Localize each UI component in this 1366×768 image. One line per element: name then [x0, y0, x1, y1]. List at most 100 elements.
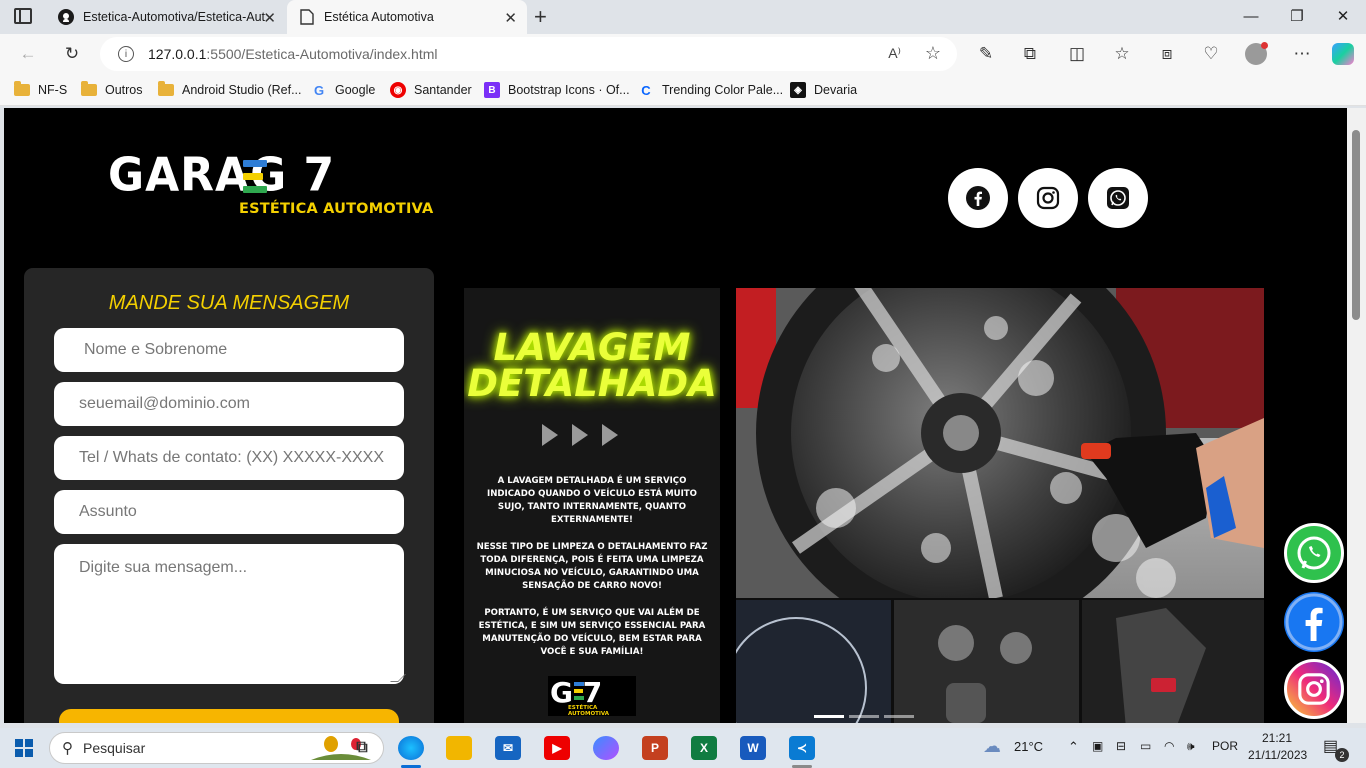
facebook-button[interactable]	[948, 168, 1008, 228]
bookmark-android-studio[interactable]: Android Studio (Ref...	[158, 81, 302, 99]
file-explorer-icon[interactable]	[446, 736, 472, 760]
message-textarea[interactable]: Digite sua mensagem...	[54, 544, 404, 684]
address-bar[interactable]: i 127.0.0.1:5500/Estetica-Automotiva/ind…	[100, 37, 957, 71]
santander-icon: ◉	[390, 82, 406, 98]
weather-icon[interactable]: ☁	[983, 736, 1001, 757]
contact-form-panel: MANDE SUA MENSAGEM Nome e Sobrenome seue…	[24, 268, 434, 723]
windows-start-icon[interactable]	[15, 739, 33, 757]
close-tab-icon[interactable]: ✕	[504, 9, 517, 27]
eyedropper-icon[interactable]: ✎	[974, 42, 998, 66]
windows-taskbar: ⚲ Pesquisar ⧉ ✉ ▶ P X W ≺ ☁ 21°C ⌃ ▣ ⊟ ▭…	[0, 728, 1366, 768]
excel-icon[interactable]: X	[691, 736, 717, 760]
facebook-icon	[1285, 593, 1343, 651]
github-icon	[58, 9, 74, 25]
whatsapp-icon	[1107, 187, 1129, 209]
profile-avatar[interactable]	[1244, 42, 1268, 66]
url-path: :5500/Estetica-Automotiva/index.html	[206, 46, 438, 62]
carousel-indicator-1[interactable]	[814, 715, 844, 718]
form-title: MANDE SUA MENSAGEM	[108, 292, 350, 314]
poster-logo: G 7 ESTÉTICA AUTOMOTIVA	[548, 676, 636, 717]
url-host: 127.0.0.1	[148, 46, 207, 62]
bookmark-santander[interactable]: ◉ Santander	[390, 81, 472, 99]
favorites-icon[interactable]: ☆	[1110, 42, 1134, 66]
floating-facebook-button[interactable]	[1284, 592, 1344, 652]
extensions-icon[interactable]: ⧉	[1018, 42, 1042, 66]
browser-essentials-icon[interactable]: ♡	[1199, 42, 1223, 66]
split-screen-icon[interactable]: ◫	[1065, 42, 1089, 66]
tab-title: Estética Automotiva	[324, 10, 434, 24]
restore-button[interactable]: ❐	[1274, 0, 1320, 32]
bookmark-nfs[interactable]: NF-S	[14, 81, 67, 99]
youtube-icon[interactable]: ▶	[544, 736, 570, 760]
instagram-icon	[1036, 186, 1060, 210]
read-aloud-icon[interactable]: A⁾	[888, 45, 901, 62]
usb-icon[interactable]: ⊟	[1116, 739, 1126, 753]
bootstrap-icon: B	[484, 82, 500, 98]
copilot-icon[interactable]	[1331, 42, 1355, 66]
carousel-indicator-3[interactable]	[884, 715, 914, 718]
floating-instagram-button[interactable]	[1284, 659, 1344, 719]
collections-icon[interactable]: ⧈	[1155, 42, 1179, 66]
edge-icon[interactable]	[398, 736, 424, 760]
language-indicator[interactable]: POR	[1212, 739, 1238, 753]
tray-expand-icon[interactable]: ⌃	[1068, 739, 1079, 755]
weather-temperature[interactable]: 21°C	[1014, 739, 1043, 754]
devaria-icon: ◈	[790, 82, 806, 98]
wifi-icon[interactable]: ◠	[1164, 739, 1174, 753]
window-close-button[interactable]: ✕	[1320, 0, 1366, 32]
carousel[interactable]	[736, 288, 1264, 723]
more-menu-icon[interactable]: ⋯	[1290, 42, 1314, 66]
reload-icon[interactable]: ↻	[60, 42, 84, 66]
back-icon[interactable]: ←	[16, 42, 40, 66]
minimize-button[interactable]: —	[1228, 0, 1274, 32]
powerpoint-icon[interactable]: P	[642, 736, 668, 760]
taskbar-search-box[interactable]: ⚲ Pesquisar	[49, 732, 384, 764]
search-icon: ⚲	[62, 740, 73, 757]
battery-icon[interactable]: ▭	[1140, 739, 1151, 753]
page-scrollbar[interactable]	[1347, 108, 1366, 723]
coolors-icon: C	[641, 82, 651, 98]
vscode-icon[interactable]: ≺	[789, 736, 815, 760]
email-input[interactable]: seuemail@dominio.com	[54, 382, 404, 426]
tab-actions-icon[interactable]	[14, 8, 32, 24]
bookmark-trending-color[interactable]: C Trending Color Pale...	[638, 81, 783, 99]
mail-icon[interactable]: ✉	[495, 736, 521, 760]
tab-estetica[interactable]: Estética Automotiva ✕	[287, 0, 527, 34]
logo-bar-blue	[243, 160, 267, 167]
phone-input[interactable]: Tel / Whats de contato: (XX) XXXXX-XXXX	[54, 436, 404, 480]
word-icon[interactable]: W	[740, 736, 766, 760]
chevron-right-icon	[542, 424, 558, 446]
instagram-button[interactable]	[1018, 168, 1078, 228]
info-icon[interactable]: i	[118, 46, 134, 62]
copilot-app-icon[interactable]	[593, 736, 619, 760]
meet-icon[interactable]: ▣	[1092, 739, 1103, 753]
favorite-star-icon[interactable]: ☆	[925, 43, 941, 64]
tab-github[interactable]: Estetica-Automotiva/Estetica-Aut ✕	[46, 0, 286, 34]
poster-paragraph: A LAVAGEM DETALHADA É UM SERVIÇO INDICAD…	[487, 476, 697, 525]
floating-whatsapp-button[interactable]	[1284, 523, 1344, 583]
name-input[interactable]: Nome e Sobrenome	[54, 328, 404, 372]
bookmark-google[interactable]: G Google	[311, 81, 375, 99]
bookmark-devaria[interactable]: ◈ Devaria	[790, 81, 857, 99]
notification-badge: 2	[1335, 748, 1349, 762]
bookmark-bootstrap-icons[interactable]: B Bootstrap Icons · Of...	[484, 81, 630, 99]
poster-paragraph: PORTANTO, É UM SERVIÇO QUE VAI ALÉM DE E…	[478, 608, 706, 657]
subject-input[interactable]: Assunto	[54, 490, 404, 534]
bookmark-outros[interactable]: Outros	[81, 81, 143, 99]
chevron-right-icon	[602, 424, 618, 446]
close-tab-icon[interactable]: ✕	[263, 9, 276, 27]
browser-toolbar: ← ↻ i 127.0.0.1:5500/Estetica-Automotiva…	[0, 34, 1366, 74]
new-tab-button[interactable]: +	[534, 4, 547, 30]
poster-title-line1: LAVAGEM	[493, 326, 691, 369]
whatsapp-button[interactable]	[1088, 168, 1148, 228]
send-button[interactable]	[59, 709, 399, 723]
task-view-icon[interactable]: ⧉	[349, 736, 375, 760]
carousel-indicator-2[interactable]	[849, 715, 879, 718]
clock-time[interactable]: 21:21	[1262, 731, 1292, 745]
folder-icon	[14, 81, 30, 98]
logo-bar-yellow	[243, 173, 263, 180]
folder-icon	[81, 81, 97, 98]
clock-date[interactable]: 21/11/2023	[1248, 748, 1307, 762]
scrollbar-thumb[interactable]	[1352, 130, 1360, 320]
volume-icon[interactable]: 🕪	[1187, 739, 1195, 754]
